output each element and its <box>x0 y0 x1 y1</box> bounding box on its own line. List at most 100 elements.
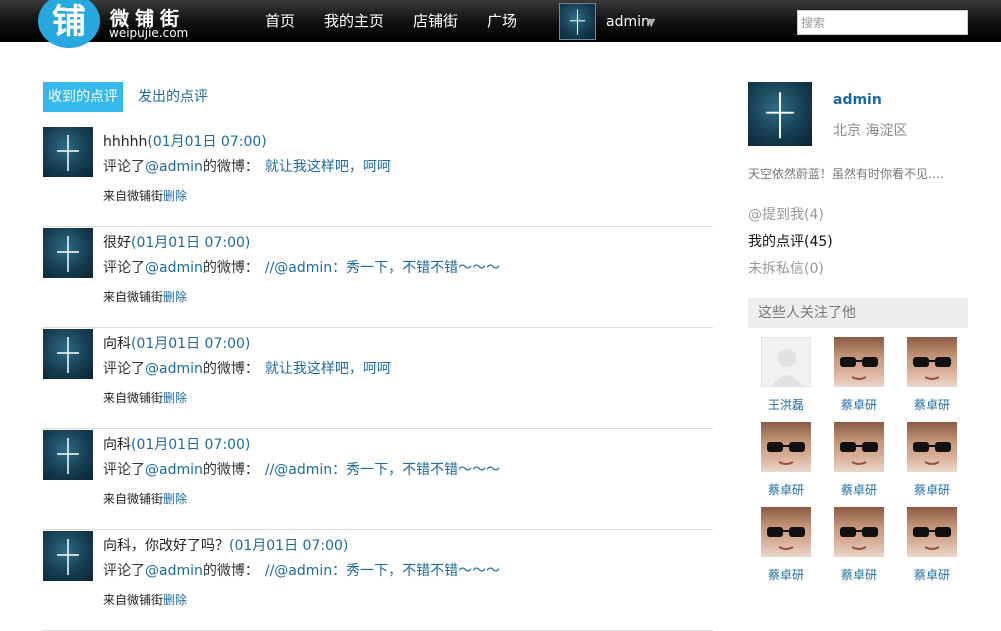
nav-shop-street[interactable]: 店铺街 <box>413 0 458 42</box>
commenter-name[interactable]: 向科，你改好了吗？ <box>103 538 229 554</box>
delete-link[interactable]: 删除 <box>163 492 187 506</box>
commenter-avatar[interactable] <box>43 430 93 480</box>
profile-avatar[interactable] <box>748 82 812 146</box>
follower-card[interactable]: 王洪磊 <box>750 337 822 413</box>
mention-link[interactable]: @admin <box>145 462 203 478</box>
comment-tabs: 收到的点评 发出的点评 <box>43 82 213 112</box>
follower-name[interactable]: 蔡卓研 <box>750 566 822 583</box>
comment-footer: 来自微铺街删除 <box>103 490 187 507</box>
comment-header: 向科(01月01日 07:00) <box>103 333 250 353</box>
follower-avatar[interactable] <box>761 507 811 557</box>
follower-card[interactable]: 蔡卓研 <box>750 422 822 498</box>
site-logo[interactable]: 铺 微铺街 weipujie.com <box>38 0 208 48</box>
comment-prefix: 评论了 <box>103 361 145 377</box>
comment-footer: 来自微铺街删除 <box>103 389 187 406</box>
comment-footer: 来自微铺街删除 <box>103 288 187 305</box>
profile-location: 北京 海淀区 <box>833 123 908 139</box>
link-unread-messages[interactable]: 未拆私信(0) <box>748 256 833 283</box>
mention-link[interactable]: @admin <box>145 159 203 175</box>
comment-content[interactable]: //@admin：秀一下，不错不错～～～ <box>265 260 500 276</box>
follower-card[interactable]: 蔡卓研 <box>896 337 968 413</box>
follower-name[interactable]: 蔡卓研 <box>896 566 968 583</box>
comment-prefix: 评论了 <box>103 159 145 175</box>
comment-source: 来自微铺街 <box>103 593 164 607</box>
user-avatar[interactable] <box>559 3 596 40</box>
commenter-name[interactable]: 向科 <box>103 437 131 453</box>
comment-footer: 来自微铺街删除 <box>103 591 187 608</box>
comment-time[interactable]: (01月01日 07:00) <box>229 538 348 554</box>
delete-link[interactable]: 删除 <box>163 593 187 607</box>
comment-content[interactable]: //@admin：秀一下，不错不错～～～ <box>265 563 500 579</box>
link-my-comments[interactable]: 我的点评(45) <box>748 229 833 256</box>
commenter-avatar[interactable] <box>43 228 93 278</box>
tab-received-comments[interactable]: 收到的点评 <box>43 82 123 112</box>
comment-content[interactable]: 就让我这样吧，呵呵 <box>265 361 391 377</box>
comment-suffix: 的微博： <box>202 462 259 478</box>
comment-body: 评论了@admin的微博： //@admin：秀一下，不错不错～～～ <box>103 257 500 277</box>
follower-card[interactable]: 蔡卓研 <box>896 422 968 498</box>
comment-time[interactable]: (01月01日 07:00) <box>131 437 250 453</box>
follower-avatar[interactable] <box>834 337 884 387</box>
comment-header: 向科(01月01日 07:00) <box>103 434 250 454</box>
comment-suffix: 的微博： <box>202 260 259 276</box>
comment-body: 评论了@admin的微博： 就让我这样吧，呵呵 <box>103 358 391 378</box>
comment-prefix: 评论了 <box>103 260 145 276</box>
commenter-avatar[interactable] <box>43 127 93 177</box>
follower-card[interactable]: 蔡卓研 <box>750 507 822 583</box>
follower-name[interactable]: 蔡卓研 <box>823 481 895 498</box>
top-navigation-bar: 铺 微铺街 weipujie.com 首页 我的主页 店铺街 广场 admin … <box>0 0 1001 48</box>
follower-card[interactable]: 蔡卓研 <box>823 507 895 583</box>
delete-link[interactable]: 删除 <box>163 290 187 304</box>
link-mentions[interactable]: @提到我(4) <box>748 202 833 229</box>
comment-item: hhhhh(01月01日 07:00) 评论了@admin的微博： 就让我这样吧，… <box>43 126 713 227</box>
follower-avatar[interactable] <box>907 507 957 557</box>
follower-name[interactable]: 蔡卓研 <box>750 481 822 498</box>
comment-time[interactable]: (01月01日 07:00) <box>131 235 250 251</box>
follower-card[interactable]: 蔡卓研 <box>896 507 968 583</box>
follower-name[interactable]: 蔡卓研 <box>896 396 968 413</box>
search-input[interactable] <box>797 10 968 35</box>
followers-heading: 这些人关注了他 <box>748 298 968 328</box>
tab-sent-comments[interactable]: 发出的点评 <box>133 82 213 112</box>
nav-home[interactable]: 首页 <box>265 0 295 42</box>
commenter-avatar[interactable] <box>43 329 93 379</box>
delete-link[interactable]: 删除 <box>163 189 187 203</box>
chevron-down-icon[interactable]: ▼ <box>647 16 655 29</box>
mention-link[interactable]: @admin <box>145 361 203 377</box>
follower-name[interactable]: 王洪磊 <box>750 396 822 413</box>
follower-avatar[interactable] <box>834 422 884 472</box>
blank-avatar[interactable] <box>761 337 811 387</box>
comment-header: hhhhh(01月01日 07:00) <box>103 131 267 151</box>
nav-my-homepage[interactable]: 我的主页 <box>324 0 384 42</box>
nav-plaza[interactable]: 广场 <box>487 0 517 42</box>
commenter-name[interactable]: hhhhh <box>103 134 147 150</box>
follower-avatar[interactable] <box>907 337 957 387</box>
mention-link[interactable]: @admin <box>145 260 203 276</box>
comment-time[interactable]: (01月01日 07:00) <box>147 134 266 150</box>
comment-feed: hhhhh(01月01日 07:00) 评论了@admin的微博： 就让我这样吧，… <box>43 126 713 631</box>
comment-content[interactable]: //@admin：秀一下，不错不错～～～ <box>265 462 500 478</box>
follower-card[interactable]: 蔡卓研 <box>823 337 895 413</box>
commenter-name[interactable]: 很好 <box>103 235 131 251</box>
follower-avatar[interactable] <box>761 422 811 472</box>
main-nav: 首页 我的主页 店铺街 广场 <box>265 0 546 42</box>
comment-time[interactable]: (01月01日 07:00) <box>131 336 250 352</box>
mention-link[interactable]: @admin <box>145 563 203 579</box>
follower-name[interactable]: 蔡卓研 <box>823 396 895 413</box>
follower-name[interactable]: 蔡卓研 <box>896 481 968 498</box>
delete-link[interactable]: 删除 <box>163 391 187 405</box>
follower-name[interactable]: 蔡卓研 <box>823 566 895 583</box>
comment-item: 向科(01月01日 07:00) 评论了@admin的微博： //@admin：秀… <box>43 429 713 530</box>
user-menu-name[interactable]: admin <box>606 14 650 30</box>
comment-item: 向科(01月01日 07:00) 评论了@admin的微博： 就让我这样吧，呵呵 … <box>43 328 713 429</box>
commenter-name[interactable]: 向科 <box>103 336 131 352</box>
follower-card[interactable]: 蔡卓研 <box>823 422 895 498</box>
comment-content[interactable]: 就让我这样吧，呵呵 <box>265 159 391 175</box>
follower-avatar[interactable] <box>834 507 884 557</box>
profile-name[interactable]: admin <box>833 92 882 108</box>
comment-body: 评论了@admin的微博： 就让我这样吧，呵呵 <box>103 156 391 176</box>
follower-avatar[interactable] <box>907 422 957 472</box>
commenter-avatar[interactable] <box>43 531 93 581</box>
comment-prefix: 评论了 <box>103 563 145 579</box>
comment-suffix: 的微博： <box>202 361 259 377</box>
